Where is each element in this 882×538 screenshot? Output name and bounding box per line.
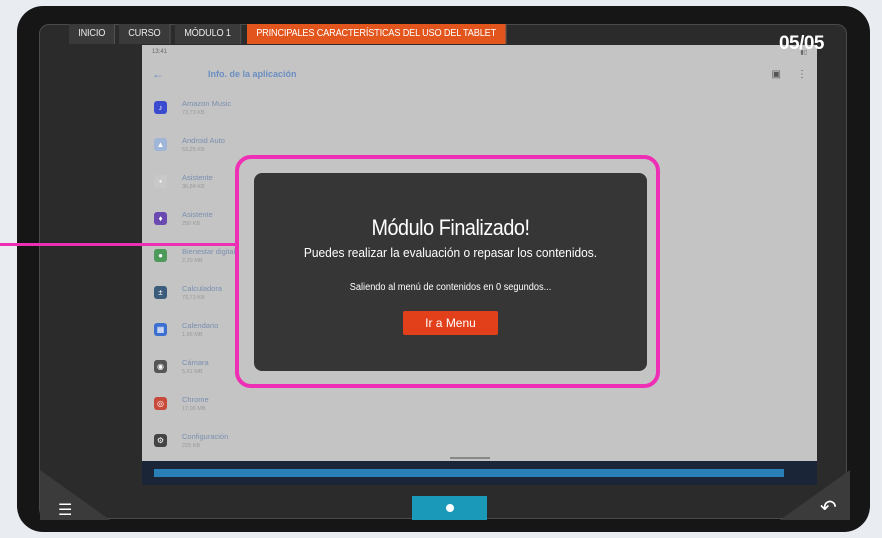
menu-icon[interactable]: ☰	[58, 500, 72, 520]
more-options-icon[interactable]: ⋮	[797, 69, 807, 80]
bottom-nav-button[interactable]	[412, 496, 487, 520]
app-icon: ⚙	[154, 434, 167, 447]
exit-countdown-message: Saliendo al menú de contenidos en 0 segu…	[349, 282, 552, 293]
breadcrumb-modulo[interactable]: MÓDULO 1	[175, 24, 242, 44]
app-size: 2,20 MB	[182, 258, 203, 264]
app-list-item[interactable]: ⚙ Configuración 225 KB	[142, 422, 817, 459]
app-icon: ◎	[154, 397, 167, 410]
app-list-item[interactable]: ▲ Android Auto 53,25 KB	[142, 126, 817, 163]
app-list-item[interactable]: ♪ Amazon Music 73,73 KB	[142, 89, 817, 126]
app-icon: ♦	[154, 212, 167, 225]
video-progress-bar[interactable]	[154, 469, 784, 477]
app-size: 53,25 KB	[182, 147, 205, 153]
video-progress-area	[142, 461, 817, 485]
app-size: 225 KB	[182, 443, 201, 449]
nav-dot-icon	[445, 504, 454, 512]
app-size: 36,84 KB	[182, 184, 205, 190]
app-size: 1,66 MB	[182, 332, 203, 338]
module-finished-dialog: Módulo Finalizado! Puedes realizar la ev…	[254, 173, 647, 371]
app-icon: ●	[154, 249, 167, 262]
app-name: Calendario	[182, 321, 219, 330]
app-icon: ±	[154, 286, 167, 299]
app-name: Bienestar digital	[182, 247, 236, 256]
highlight-pointer-line	[0, 243, 237, 246]
breadcrumb-curso[interactable]: CURSO	[119, 24, 171, 44]
status-time: 13:41	[152, 49, 168, 55]
corner-decoration-left	[40, 470, 110, 520]
dialog-title: Módulo Finalizado!	[371, 215, 530, 240]
app-list-item[interactable]: ◎ Chrome 17,06 MB	[142, 385, 817, 422]
corner-decoration-right	[780, 470, 850, 520]
home-pill	[450, 457, 490, 459]
app-name: Android Auto	[182, 136, 225, 145]
go-to-menu-button[interactable]: Ir a Menu	[403, 311, 498, 335]
app-name: Configuración	[182, 432, 229, 441]
app-icon: •	[154, 175, 167, 188]
app-size: 5,61 MB	[182, 369, 203, 375]
status-bar: 13:41 ▮▯	[142, 45, 817, 59]
app-icon: ▲	[154, 138, 167, 151]
back-arrow-icon[interactable]: ←	[152, 67, 208, 81]
breadcrumb: INICIO CURSO MÓDULO 1 PRINCIPALES CARACT…	[69, 24, 529, 44]
app-icon: ▦	[154, 323, 167, 336]
app-icon: ♪	[154, 101, 167, 114]
app-name: Asistente	[182, 210, 213, 219]
app-bar-title: Info. de la aplicación	[208, 69, 297, 79]
app-size: 17,06 MB	[182, 406, 206, 412]
breadcrumb-inicio[interactable]: INICIO	[69, 24, 116, 44]
app-bar: ← Info. de la aplicación ▣ ⋮	[142, 59, 817, 89]
app-name: Asistente	[182, 173, 213, 182]
app-name: Cámara	[182, 358, 209, 367]
app-size: 250 KB	[182, 221, 201, 227]
back-arrow-curved-icon[interactable]: ↶	[820, 495, 837, 520]
app-size: 73,73 KB	[182, 110, 205, 116]
app-name: Amazon Music	[182, 99, 232, 108]
dialog-subtitle: Puedes realizar la evaluación o repasar …	[303, 245, 598, 260]
save-icon[interactable]: ▣	[772, 69, 781, 80]
page-counter: 05/05	[778, 33, 825, 54]
app-icon: ◉	[154, 360, 167, 373]
app-name: Chrome	[182, 395, 209, 404]
breadcrumb-current: PRINCIPALES CARACTERÍSTICAS DEL USO DEL …	[247, 24, 507, 44]
app-size: 73,73 KB	[182, 295, 205, 301]
app-name: Calculadora	[182, 284, 223, 293]
